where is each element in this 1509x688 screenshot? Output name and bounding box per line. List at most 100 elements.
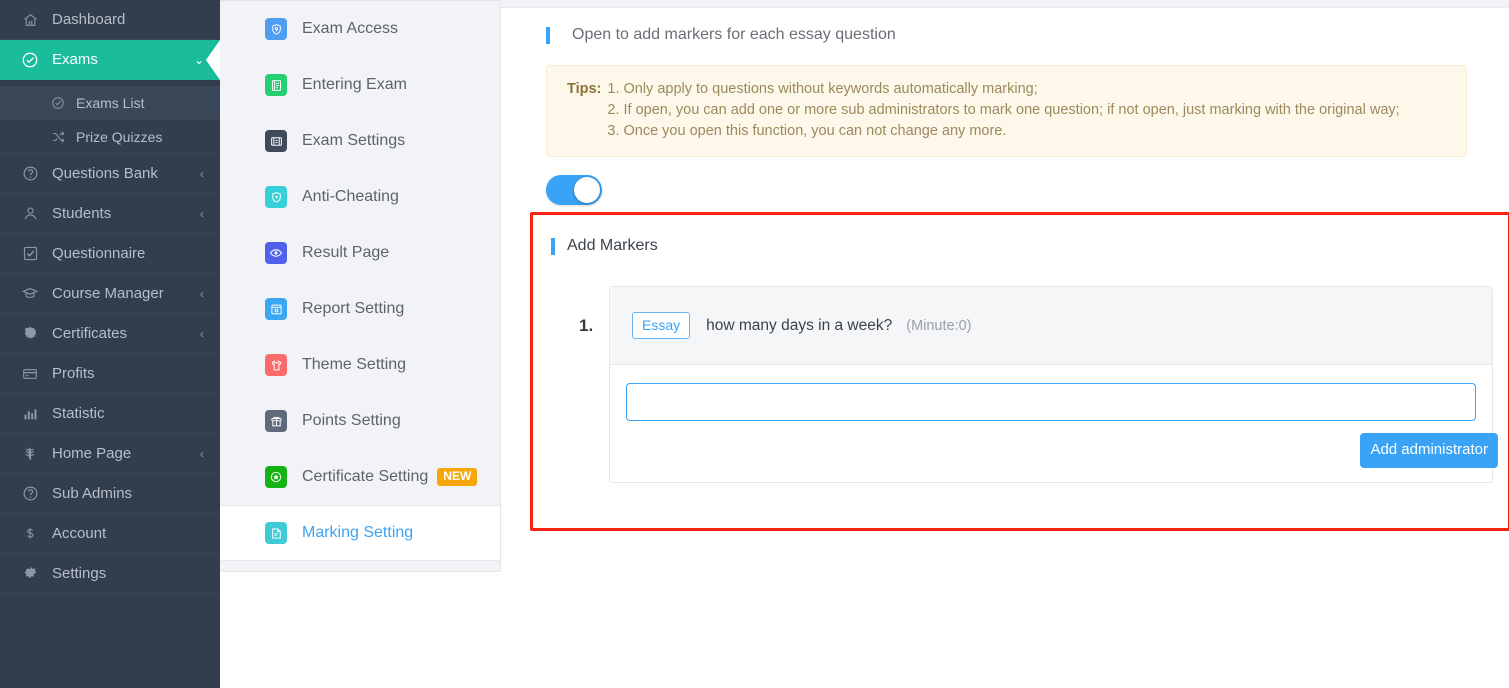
report-icon bbox=[265, 298, 287, 320]
sidebar-item-label: Home Page bbox=[52, 445, 132, 462]
add-administrator-button[interactable]: Add administrator bbox=[1360, 433, 1498, 468]
question-circle-icon bbox=[18, 164, 42, 184]
chevron-left-icon: ‹ bbox=[200, 326, 204, 341]
subnav-item-label: Theme Setting bbox=[302, 356, 407, 373]
sidebar-subitem-label: Prize Quizzes bbox=[76, 128, 163, 145]
question-text: how many days in a week? bbox=[706, 316, 893, 334]
graduation-cap-icon bbox=[18, 284, 42, 304]
bar-chart-icon bbox=[18, 404, 42, 424]
subnav-item-label: Exam Access bbox=[302, 20, 399, 37]
sidebar-item-label: Sub Admins bbox=[52, 485, 133, 502]
sidebar-item-sub-admins[interactable]: Sub Admins bbox=[0, 474, 220, 514]
subnav-item-certificate-setting[interactable]: Certificate Setting NEW bbox=[220, 449, 500, 505]
shuffle-icon bbox=[48, 129, 68, 145]
marking-toggle[interactable] bbox=[546, 175, 602, 205]
subnav-item-entering-exam[interactable]: Entering Exam bbox=[220, 57, 500, 113]
secondary-nav-panel: Exam Access Entering Exam Exam Settings … bbox=[220, 0, 501, 572]
credit-card-icon bbox=[18, 364, 42, 384]
home-icon bbox=[18, 10, 42, 30]
subnav-item-label: Marking Setting bbox=[302, 524, 414, 541]
checkbox-icon bbox=[18, 244, 42, 264]
subnav-bottom-divider bbox=[220, 571, 500, 572]
gear-icon bbox=[18, 564, 42, 584]
sidebar-item-account[interactable]: Account bbox=[0, 514, 220, 554]
user-icon bbox=[18, 204, 42, 224]
tips-line: 2. If open, you can add one or more sub … bbox=[607, 102, 1400, 118]
question-minute: (Minute:0) bbox=[906, 317, 972, 334]
chevron-down-icon: ⌄ bbox=[193, 52, 204, 67]
subnav-item-exam-settings[interactable]: Exam Settings bbox=[220, 113, 500, 169]
subnav-item-points-setting[interactable]: Points Setting bbox=[220, 393, 500, 449]
eye-icon bbox=[265, 242, 287, 264]
sidebar-item-label: Certificates bbox=[52, 325, 128, 342]
sidebar-item-certificates[interactable]: Certificates ‹ bbox=[0, 314, 220, 354]
tips-line: 1. Only apply to questions without keywo… bbox=[607, 81, 1038, 97]
sidebar-item-label: Statistic bbox=[52, 405, 105, 422]
sidebar-item-profits[interactable]: Profits bbox=[0, 354, 220, 394]
chevron-left-icon: ‹ bbox=[200, 206, 204, 221]
sidebar-item-exams[interactable]: Exams ⌄ bbox=[0, 40, 220, 80]
page-title-text: Open to add markers for each essay quest… bbox=[572, 26, 896, 43]
sidebar-item-label: Questions Bank bbox=[52, 165, 158, 182]
shield-key-icon bbox=[265, 18, 287, 40]
shield-plus-icon bbox=[265, 186, 287, 208]
top-strip bbox=[501, 0, 1509, 8]
toggle-knob bbox=[574, 177, 600, 203]
question-circle-icon bbox=[18, 484, 42, 504]
sidebar-item-students[interactable]: Students ‹ bbox=[0, 194, 220, 234]
sidebar-item-questionnaire[interactable]: Questionnaire bbox=[0, 234, 220, 274]
sidebar-item-questions-bank[interactable]: Questions Bank ‹ bbox=[0, 154, 220, 194]
sidebar-item-label: Exams bbox=[52, 51, 98, 68]
sidebar-item-label: Students bbox=[52, 205, 112, 222]
sidebar-item-label: Course Manager bbox=[52, 285, 164, 302]
sidebar-subitem-label: Exams List bbox=[76, 94, 145, 111]
sidebar-item-statistic[interactable]: Statistic bbox=[0, 394, 220, 434]
subnav-item-theme-setting[interactable]: Theme Setting bbox=[220, 337, 500, 393]
marker-question-card: 1. Essay how many days in a week? (Minut… bbox=[579, 286, 1498, 483]
sidebar-item-settings[interactable]: Settings bbox=[0, 554, 220, 594]
subnav-item-marking-setting[interactable]: Marking Setting bbox=[220, 505, 500, 561]
leaf-icon bbox=[18, 444, 42, 464]
subnav-item-label: Anti-Cheating bbox=[302, 188, 399, 205]
subnav-item-anti-cheating[interactable]: Anti-Cheating bbox=[220, 169, 500, 225]
primary-sidebar: Dashboard Exams ⌄ Exams List Prize Quizz… bbox=[0, 0, 220, 688]
question-actions: Add administrator bbox=[626, 433, 1498, 468]
subnav-item-label: Points Setting bbox=[302, 412, 401, 429]
sidebar-item-dashboard[interactable]: Dashboard bbox=[0, 0, 220, 40]
sidebar-item-course-manager[interactable]: Course Manager ‹ bbox=[0, 274, 220, 314]
award-icon bbox=[265, 466, 287, 488]
subnav-item-label: Report Setting bbox=[302, 300, 405, 317]
question-number: 1. bbox=[579, 315, 594, 335]
app-root: Dashboard Exams ⌄ Exams List Prize Quizz… bbox=[0, 0, 1509, 688]
marker-administrator-input[interactable] bbox=[626, 383, 1476, 421]
chevron-left-icon: ‹ bbox=[200, 286, 204, 301]
subnav-item-report-setting[interactable]: Report Setting bbox=[220, 281, 500, 337]
sidebar-item-exams-list[interactable]: Exams List bbox=[0, 86, 220, 120]
chevron-left-icon: ‹ bbox=[200, 446, 204, 461]
tips-box: Tips: 1. Only apply to questions without… bbox=[546, 65, 1467, 157]
dollar-icon bbox=[18, 524, 42, 544]
subnav-item-label: Certificate Setting bbox=[302, 468, 429, 485]
status-badge-new: NEW bbox=[437, 468, 478, 486]
note-edit-icon bbox=[265, 522, 287, 544]
sidebar-item-prize-quizzes[interactable]: Prize Quizzes bbox=[0, 120, 220, 154]
shirt-icon bbox=[265, 354, 287, 376]
check-circle-icon bbox=[18, 50, 42, 70]
list-doc-icon bbox=[265, 74, 287, 96]
tips-line: 3. Once you open this function, you can … bbox=[607, 123, 1007, 139]
add-markers-section: Add Markers bbox=[533, 215, 1508, 255]
add-markers-highlight-box: Add Markers 1. Essay how many days in a … bbox=[530, 212, 1509, 531]
gift-icon bbox=[265, 410, 287, 432]
subnav-item-exam-access[interactable]: Exam Access bbox=[220, 1, 500, 57]
subnav-item-result-page[interactable]: Result Page bbox=[220, 225, 500, 281]
sidebar-item-label: Questionnaire bbox=[52, 245, 146, 262]
chevron-left-icon: ‹ bbox=[200, 166, 204, 181]
question-header-row: 1. Essay how many days in a week? (Minut… bbox=[579, 287, 1492, 365]
title-accent-bar bbox=[546, 26, 550, 44]
subnav-item-label: Entering Exam bbox=[302, 76, 407, 93]
sidebar-item-home-page[interactable]: Home Page ‹ bbox=[0, 434, 220, 474]
main-content: Open to add markers for each essay quest… bbox=[501, 0, 1509, 688]
subnav-item-label: Result Page bbox=[302, 244, 390, 261]
add-markers-title-text: Add Markers bbox=[567, 237, 658, 254]
sidebar-item-label: Dashboard bbox=[52, 11, 126, 28]
